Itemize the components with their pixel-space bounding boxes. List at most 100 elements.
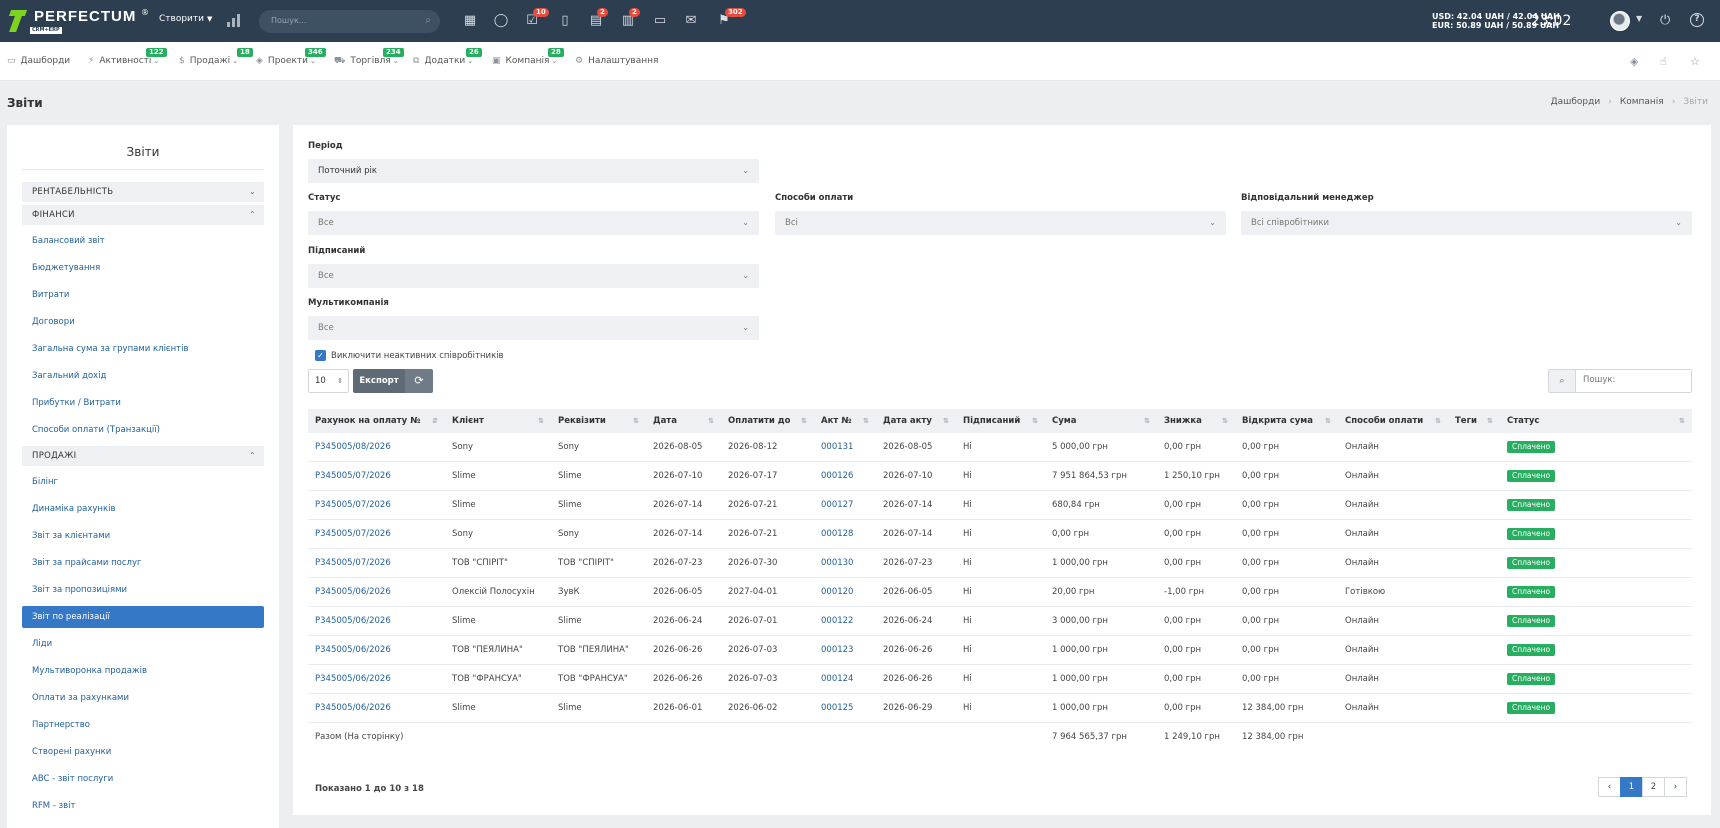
nav-item-4[interactable]: ⛟ Торгівля ⌄: [334, 56, 399, 67]
sidebar-item[interactable]: Договори: [22, 311, 264, 333]
sidebar-item[interactable]: Звіт за пропозиціями: [22, 579, 264, 601]
column-header[interactable]: Рахунок на оплату № ⇵: [308, 409, 445, 433]
nav-item-5[interactable]: ⧉ Додатки ⌄: [413, 56, 473, 66]
sidebar-item[interactable]: Ліди: [22, 633, 264, 655]
nav-item-2[interactable]: $ Продажі ⌄: [179, 56, 238, 66]
table-row[interactable]: P345005/07/2026 Slime Slime 2026-07-14 2026-…: [308, 491, 1692, 520]
table-cell[interactable]: P345005/07/2026: [308, 549, 391, 577]
nav-item-1[interactable]: ⚡ Активності ⌄: [88, 56, 159, 66]
column-header[interactable]: Дата акту ⇅: [876, 409, 956, 433]
pagination-next-button[interactable]: ›: [1664, 777, 1687, 797]
manager-select[interactable]: Всі співробітники ⌄: [1241, 211, 1692, 235]
sidebar-section[interactable]: ФІНАНСИ ⌃: [22, 205, 264, 225]
stats-icon[interactable]: [227, 14, 241, 27]
pagination-page-1[interactable]: 1: [1620, 777, 1643, 797]
table-cell[interactable]: P345005/06/2026: [308, 607, 391, 635]
breadcrumb-dashboards[interactable]: Дашборди: [1551, 97, 1601, 107]
table-row[interactable]: P345005/07/2026 ТОВ "СПІРІТ" ТОВ "СПІРІТ" 2…: [308, 549, 1692, 578]
sidebar-section[interactable]: РЕНТАБЕЛЬНІСТЬ ⌄: [22, 182, 264, 202]
table-cell[interactable]: 000128: [814, 520, 853, 548]
table-cell[interactable]: P345005/07/2026: [308, 520, 391, 548]
table-cell[interactable]: 000127: [814, 491, 853, 519]
sidebar-item[interactable]: ABC - звіт послуги: [22, 768, 264, 790]
table-row[interactable]: P345005/08/2026 Sony Sony 2026-08-05 2026-08…: [308, 433, 1692, 462]
column-header[interactable]: Клієнт ⇅: [445, 409, 551, 433]
sidebar-item[interactable]: Партнерство: [22, 714, 264, 736]
multicompany-select[interactable]: Все ⌄: [308, 316, 759, 340]
sidebar-item[interactable]: Витрати: [22, 284, 264, 306]
pagination-page-2[interactable]: 2: [1642, 777, 1665, 797]
search-icon[interactable]: ⌕: [425, 15, 431, 26]
sidebar-item[interactable]: Звіт за клієнтами: [22, 525, 264, 547]
sidebar-item[interactable]: RFM - звіт: [22, 795, 264, 817]
signed-select[interactable]: Все ⌄: [308, 264, 759, 288]
sidebar-item[interactable]: Балансовий звіт: [22, 230, 264, 252]
table-cell[interactable]: 000124: [814, 665, 853, 693]
sidebar-item[interactable]: Прибутки / Витрати: [22, 392, 264, 414]
table-cell[interactable]: 000120: [814, 578, 853, 606]
exclude-inactive-row[interactable]: ✓ Виключити неактивних співробітників: [315, 350, 504, 361]
file-icon[interactable]: ▭: [652, 13, 668, 29]
nav-item-3[interactable]: ◈ Проекти ⌄: [256, 56, 316, 66]
notes-icon[interactable]: ▥ 2: [620, 8, 640, 29]
create-dropdown[interactable]: Створити ▼: [159, 14, 212, 24]
table-cell[interactable]: P345005/08/2026: [308, 433, 391, 461]
notifications-icon[interactable]: ⚑ 302: [716, 8, 746, 29]
table-row[interactable]: P345005/06/2026 ТОВ "ФРАНСУА" ТОВ "ФРАНСУА…: [308, 665, 1692, 694]
table-cell[interactable]: P345005/07/2026: [308, 491, 391, 519]
table-cell[interactable]: P345005/06/2026: [308, 665, 391, 693]
chevron-down-icon[interactable]: ▼: [1636, 14, 1642, 23]
column-header[interactable]: Способи оплати ⇅: [1338, 409, 1448, 433]
table-cell[interactable]: 000130: [814, 549, 853, 577]
sidebar-item[interactable]: Звіт по реалізації: [22, 606, 264, 628]
column-header[interactable]: Підписаний ⇅: [956, 409, 1045, 433]
sidebar-item[interactable]: Мультиворонка продажів: [22, 660, 264, 682]
global-search-input[interactable]: [271, 16, 411, 25]
sidebar-item[interactable]: Оплати за рахунками: [22, 687, 264, 709]
table-cell[interactable]: 000123: [814, 636, 853, 664]
column-header[interactable]: Сума ⇅: [1045, 409, 1157, 433]
messages-icon[interactable]: ▤ 2: [588, 8, 608, 29]
table-cell[interactable]: P345005/07/2026: [308, 462, 391, 490]
star-icon[interactable]: ☆: [1690, 55, 1700, 68]
sidebar-item[interactable]: Звіт за прайсами послуг: [22, 552, 264, 574]
column-header[interactable]: Оплатити до ⇅: [721, 409, 814, 433]
table-row[interactable]: P345005/06/2026 Олексій Полосухін ЗувК 2026…: [308, 578, 1692, 607]
nav-item-7[interactable]: ⚙ Налаштування: [575, 56, 658, 66]
hand-icon[interactable]: ☝: [1660, 55, 1667, 68]
exclude-inactive-checkbox[interactable]: ✓: [315, 350, 326, 361]
table-row[interactable]: P345005/07/2026 Slime Slime 2026-07-10 2026-…: [308, 462, 1692, 491]
column-header[interactable]: Реквізити ⇅: [551, 409, 646, 433]
table-row[interactable]: P345005/07/2026 Sony Sony 2026-07-14 2026-07…: [308, 520, 1692, 549]
table-cell[interactable]: P345005/06/2026: [308, 694, 391, 722]
sidebar-item[interactable]: Білінг: [22, 471, 264, 493]
chat-icon[interactable]: ◯: [493, 13, 509, 29]
pagination-prev-button[interactable]: ‹: [1598, 777, 1621, 797]
refresh-icon[interactable]: ⟳: [405, 369, 433, 393]
column-header[interactable]: Теги ⇅: [1448, 409, 1500, 433]
table-search-input[interactable]: [1583, 375, 1683, 385]
payment-methods-select[interactable]: Всі ⌄: [775, 211, 1226, 235]
status-select[interactable]: Все ⌄: [308, 211, 759, 235]
period-select[interactable]: Поточний рік ⌄: [308, 159, 759, 183]
nav-item-0[interactable]: ▭ Дашборди: [7, 56, 70, 66]
logo[interactable]: PERFECTUM CRM+ERP ®: [8, 8, 149, 34]
sidebar-section[interactable]: ПРОДАЖІ ⌃: [22, 446, 264, 466]
help-icon[interactable]: ?: [1690, 13, 1704, 27]
table-cell[interactable]: 000122: [814, 607, 853, 635]
sidebar-item[interactable]: Загальна сума за групами клієнтів: [22, 338, 264, 360]
column-header[interactable]: Акт № ⇅: [814, 409, 876, 433]
nav-item-6[interactable]: ▣ Компанія ⌄: [492, 56, 557, 66]
tasks-check-icon[interactable]: ☑ 10: [524, 8, 549, 29]
clipboard-icon[interactable]: ▯: [557, 13, 573, 29]
avatar[interactable]: [1610, 11, 1630, 31]
column-header[interactable]: Відкрита сума ⇅: [1235, 409, 1338, 433]
table-cell[interactable]: P345005/06/2026: [308, 578, 391, 606]
sidebar-item[interactable]: Динаміка рахунків: [22, 498, 264, 520]
layers-icon[interactable]: ◈: [1630, 55, 1638, 68]
column-header[interactable]: Статус ⇅: [1500, 409, 1692, 433]
table-row[interactable]: P345005/06/2026 ТОВ "ПЕЯЛИНА" ТОВ "ПЕЯЛИНА…: [308, 636, 1692, 665]
calendar-grid-icon[interactable]: ▦: [462, 13, 478, 29]
sidebar-item[interactable]: Створені рахунки: [22, 741, 264, 763]
table-search[interactable]: ⌕: [1548, 369, 1692, 393]
